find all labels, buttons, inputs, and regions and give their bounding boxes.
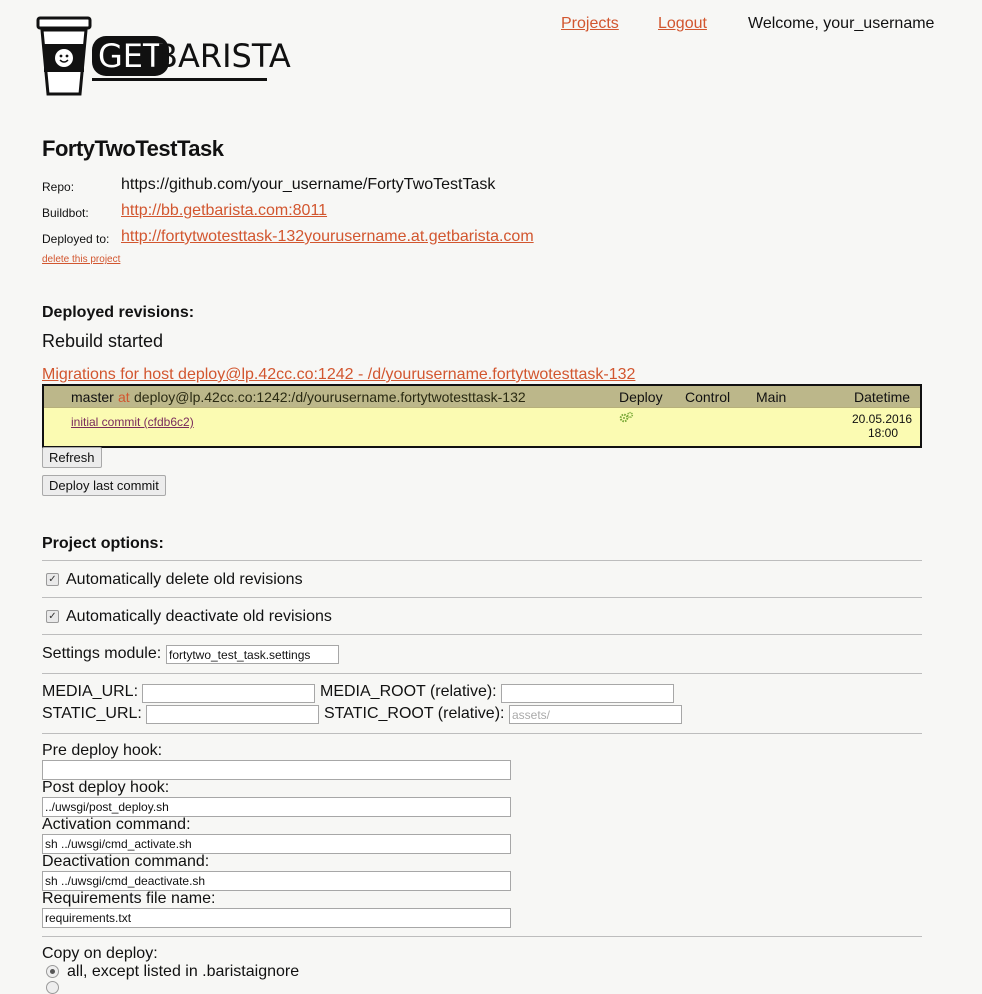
buildbot-label: Buildbot:: [42, 206, 89, 220]
delete-project-link[interactable]: delete this project: [42, 254, 120, 265]
col-control: Control: [685, 389, 731, 405]
requirements-file-label: Requirements file name:: [42, 890, 216, 907]
media-url-label: MEDIA_URL:: [42, 683, 139, 700]
project-options-heading: Project options:: [42, 535, 164, 552]
divider: [42, 560, 922, 561]
post-deploy-hook-input[interactable]: [42, 797, 511, 817]
revisions-table: master at deploy@lp.42cc.co:1242:/d/your…: [42, 384, 922, 448]
revisions-table-header: master at deploy@lp.42cc.co:1242:/d/your…: [44, 386, 920, 408]
static-root-input[interactable]: [509, 705, 682, 724]
copy-all-except-label: all, except listed in .baristaignore: [67, 963, 300, 980]
media-root-label: MEDIA_ROOT (relative):: [320, 683, 497, 700]
nav-logout-link[interactable]: Logout: [658, 15, 707, 33]
auto-delete-label: Automatically delete old revisions: [66, 571, 303, 588]
static-root-label: STATIC_ROOT (relative):: [324, 705, 505, 722]
activation-command-input[interactable]: [42, 834, 511, 854]
logo[interactable]: GET BARISTA: [36, 14, 291, 100]
deployed-link[interactable]: http://fortytwotesttask-132yourusername.…: [121, 228, 534, 246]
gear-icon[interactable]: [619, 411, 635, 426]
pre-deploy-hook-label: Pre deploy hook:: [42, 742, 163, 759]
repo-label: Repo:: [42, 180, 75, 194]
col-main: Main: [756, 389, 787, 405]
settings-module-input[interactable]: [166, 645, 339, 664]
divider: [42, 936, 922, 937]
rebuild-status: Rebuild started: [42, 331, 164, 351]
col-datetime: Datetime: [854, 389, 911, 405]
deploy-last-commit-button[interactable]: Deploy last commit: [42, 475, 166, 496]
commit-time: 18:00: [868, 426, 899, 440]
activation-command-label: Activation command:: [42, 816, 191, 833]
requirements-file-input[interactable]: [42, 908, 511, 928]
nav-projects-link[interactable]: Projects: [561, 15, 619, 33]
divider: [42, 733, 922, 734]
auto-deactivate-label: Automatically deactivate old revisions: [66, 608, 332, 625]
migrations-link[interactable]: Migrations for host deploy@lp.42cc.co:12…: [42, 366, 635, 384]
pre-deploy-hook-input[interactable]: [42, 760, 511, 780]
logo-underline: [92, 78, 267, 81]
deactivation-command-label: Deactivation command:: [42, 853, 210, 870]
deployed-revisions-heading: Deployed revisions:: [42, 304, 195, 321]
repo-value: https://github.com/your_username/FortyTw…: [121, 176, 496, 193]
settings-module-label: Settings module:: [42, 645, 162, 662]
static-url-input[interactable]: [146, 705, 319, 724]
deployed-label: Deployed to:: [42, 232, 110, 246]
media-root-input[interactable]: [501, 684, 674, 703]
logo-barista: BARISTA: [156, 37, 291, 75]
buildbot-link[interactable]: http://bb.getbarista.com:8011: [121, 202, 327, 220]
host-path: deploy@lp.42cc.co:1242:/d/yourusername.f…: [134, 389, 526, 405]
divider: [42, 597, 922, 598]
copy-option-radio[interactable]: [46, 981, 59, 994]
divider: [42, 673, 922, 674]
auto-delete-checkbox[interactable]: ✓: [46, 573, 59, 586]
post-deploy-hook-label: Post deploy hook:: [42, 779, 170, 796]
media-url-input[interactable]: [142, 684, 315, 703]
branch-name: master: [71, 389, 114, 405]
commit-link[interactable]: initial commit (cfdb6c2): [71, 415, 194, 429]
page-title: FortyTwoTestTask: [42, 136, 224, 161]
static-url-label: STATIC_URL:: [42, 705, 142, 722]
col-deploy: Deploy: [619, 389, 663, 405]
coffee-cup-icon: [36, 16, 92, 96]
table-row: initial commit (cfdb6c2) 20.05.2016 18:0…: [44, 408, 920, 446]
copy-on-deploy-label: Copy on deploy:: [42, 945, 158, 962]
at-word: at: [118, 389, 130, 405]
auto-deactivate-checkbox[interactable]: ✓: [46, 610, 59, 623]
copy-all-except-radio[interactable]: [46, 965, 59, 978]
welcome-text: Welcome, your_username: [748, 15, 935, 32]
deactivation-command-input[interactable]: [42, 871, 511, 891]
refresh-button[interactable]: Refresh: [42, 447, 102, 468]
divider: [42, 634, 922, 635]
commit-date: 20.05.2016: [852, 412, 913, 426]
